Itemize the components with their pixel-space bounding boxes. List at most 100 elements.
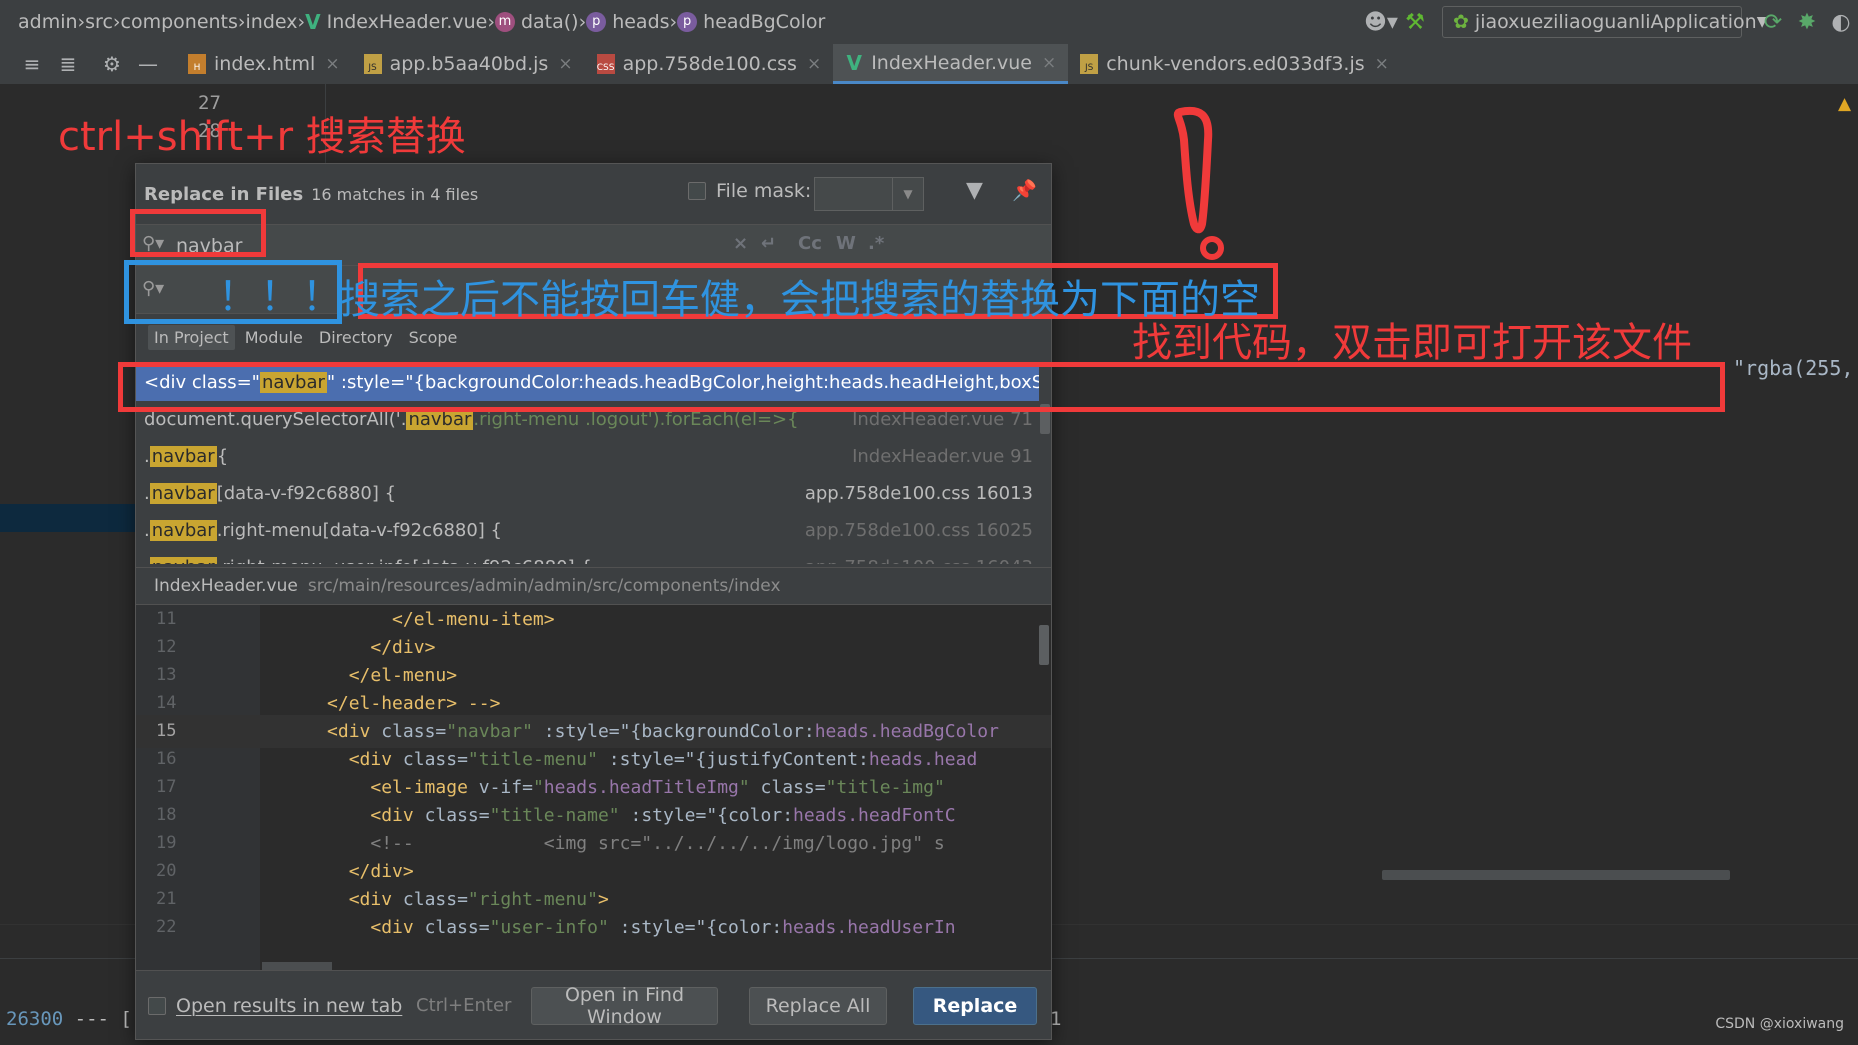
- replace-all-button[interactable]: Replace All: [749, 987, 887, 1025]
- navigation-bar: admin › src › components › index › V IndexHeader.…: [0, 0, 1858, 45]
- tab-label: app.b5aa40bd.js: [389, 53, 549, 75]
- code-preview[interactable]: 11 </el-menu-item> 12 </div> 13 </el-menu>…: [136, 605, 1051, 970]
- annotation-search-box: [130, 209, 266, 257]
- console-output: 26300 --- [: [6, 1008, 132, 1030]
- result-suffix: {: [216, 446, 229, 467]
- open-in-find-window-button[interactable]: Open in Find Window: [531, 984, 718, 1028]
- breadcrumb-item[interactable]: index: [246, 11, 298, 33]
- breadcrumb-label: heads: [612, 11, 670, 33]
- close-icon[interactable]: ×: [558, 54, 572, 74]
- run-configuration-select[interactable]: ✿ jiaoxueziliaoguanliApplication ▼: [1442, 6, 1768, 38]
- result-location: IndexHeader.vue 91: [852, 446, 1033, 467]
- scope-selector: In Project Module Directory Scope: [148, 325, 467, 350]
- breadcrumb-item[interactable]: p headBgColor: [677, 11, 825, 33]
- tabs: Hindex.html × JS app.b5aa40bd.js × CSS app.758…: [176, 44, 1401, 84]
- tab-index-html[interactable]: Hindex.html ×: [176, 44, 352, 84]
- filter-icon[interactable]: ▼: [966, 178, 983, 203]
- debug-bug-icon[interactable]: ✸: [1790, 5, 1824, 39]
- tab-app-758de100-css[interactable]: CSS app.758de100.css ×: [585, 44, 834, 84]
- breadcrumb-label: headBgColor: [703, 11, 826, 33]
- scope-directory[interactable]: Directory: [313, 325, 399, 350]
- result-suffix: .right-menu[data-v-f92c6880] {: [216, 520, 503, 541]
- gear-icon[interactable]: ⚙: [94, 44, 130, 84]
- breadcrumb-item[interactable]: V IndexHeader.vue: [305, 10, 487, 34]
- preview-file-path: src/main/resources/admin/admin/src/compo…: [307, 576, 781, 596]
- scope-scope[interactable]: Scope: [403, 325, 464, 350]
- preview-scroll-thumb[interactable]: [1039, 625, 1049, 665]
- result-match: navbar: [149, 557, 217, 564]
- rerun-icon[interactable]: ⟳: [1756, 5, 1790, 39]
- breadcrumb-item[interactable]: components: [121, 11, 238, 33]
- minimize-icon[interactable]: —: [130, 44, 166, 84]
- clear-icon[interactable]: ×: [733, 233, 748, 254]
- close-icon[interactable]: ×: [807, 54, 821, 74]
- result-suffix: [data-v-f92c6880] {: [216, 483, 397, 504]
- file-mask-toggle[interactable]: File mask:: [688, 180, 811, 202]
- breadcrumb-label: index: [245, 11, 298, 33]
- regex-toggle[interactable]: .*: [868, 233, 884, 254]
- breadcrumb-item[interactable]: src: [85, 11, 113, 33]
- breadcrumb-item[interactable]: p heads: [586, 11, 670, 33]
- annotation-hint-text: 找到代码，双击即可打开该文件: [1132, 320, 1692, 366]
- result-location: app.758de100.css 16013: [804, 483, 1033, 504]
- shortcut-hint: Ctrl+Enter: [416, 995, 512, 1016]
- result-row[interactable]: . navbar [data-v-f92c6880] {app.758de100.c…: [136, 475, 1051, 512]
- close-icon[interactable]: ×: [1042, 53, 1056, 73]
- js-file-icon: JS: [363, 54, 382, 74]
- dialog-footer: Open results in new tab Ctrl+Enter Open …: [136, 970, 1051, 1039]
- file-mask-checkbox[interactable]: [688, 182, 706, 200]
- open-new-tab-option[interactable]: Open results in new tab: [148, 995, 402, 1017]
- expand-all-icon[interactable]: ≣: [50, 44, 86, 84]
- result-location: app.758de100.css 16025: [804, 520, 1033, 541]
- newline-icon[interactable]: ↵: [761, 233, 776, 254]
- editor-selection-strip: [0, 504, 135, 532]
- user-icon[interactable]: ☻▾: [1364, 5, 1398, 39]
- whole-words-toggle[interactable]: W: [836, 233, 856, 254]
- close-icon[interactable]: ×: [325, 54, 339, 74]
- replace-button[interactable]: Replace: [913, 987, 1037, 1025]
- chevron-right-icon: ›: [112, 11, 121, 33]
- vue-icon: V: [305, 10, 321, 34]
- coverage-icon[interactable]: ◐: [1824, 5, 1858, 39]
- result-match: navbar: [149, 446, 217, 467]
- annotation-shortcut-title: ctrl+shift+r 搜索替换: [58, 114, 466, 160]
- chevron-right-icon: ›: [669, 11, 678, 33]
- vue-file-icon: V: [846, 50, 862, 75]
- html-file-icon: H: [188, 54, 206, 74]
- breadcrumb-item[interactable]: m data(): [494, 11, 579, 33]
- close-icon[interactable]: ×: [1375, 54, 1389, 74]
- breadcrumb-label: data(): [520, 11, 579, 33]
- toolbar-right: ☻▾ ⚒ ✿ jiaoxueziliaoguanliApplication ▼ …: [1364, 0, 1858, 44]
- preview-hscroll-thumb[interactable]: [262, 962, 332, 970]
- horizontal-scrollbar[interactable]: [1382, 870, 1730, 880]
- css-file-icon: CSS: [596, 54, 615, 74]
- chevron-right-icon: ›: [487, 11, 495, 33]
- build-hammer-icon[interactable]: ⚒: [1398, 5, 1432, 39]
- tab-chunk-vendors-ed033df3-js[interactable]: JS chunk-vendors.ed033df3.js ×: [1068, 44, 1401, 84]
- breadcrumb: admin › src › components › index › V IndexHeader.…: [18, 10, 825, 34]
- run-configuration-label: jiaoxueziliaoguanliApplication: [1474, 11, 1757, 33]
- warning-icon[interactable]: ▲: [1838, 94, 1851, 114]
- collapse-all-icon[interactable]: ≡: [14, 44, 50, 84]
- file-mask-label: File mask:: [716, 180, 812, 202]
- result-row[interactable]: . navbar .right-menu[data-v-f92c6880] {ap…: [136, 512, 1051, 549]
- file-mask-combobox[interactable]: ▼: [814, 177, 924, 211]
- breadcrumb-label: IndexHeader.vue: [326, 11, 488, 33]
- result-match: navbar: [149, 483, 217, 504]
- chevron-down-icon[interactable]: ▼: [892, 178, 923, 210]
- console-number: 26300: [6, 1008, 64, 1030]
- match-case-toggle[interactable]: Cc: [798, 233, 822, 254]
- scope-module[interactable]: Module: [239, 325, 309, 350]
- scope-in-project[interactable]: In Project: [148, 325, 235, 350]
- tab-app-b5aa40bd-js[interactable]: JS app.b5aa40bd.js ×: [352, 44, 585, 84]
- breadcrumb-item[interactable]: admin: [18, 11, 78, 33]
- tab-indexheader-vue[interactable]: V IndexHeader.vue ×: [833, 44, 1069, 84]
- pin-icon[interactable]: 📌: [1012, 178, 1037, 202]
- method-icon: m: [494, 12, 515, 32]
- result-location: app.758de100.css 16043: [805, 557, 1033, 564]
- result-prefix: document.querySelectorAll('.: [144, 409, 407, 430]
- annotation-exclamation-mark: [1173, 106, 1224, 260]
- result-row[interactable]: .navbar .right-menu .user-info[data-v-f9…: [136, 549, 1051, 564]
- open-new-tab-checkbox[interactable]: [148, 997, 166, 1015]
- result-row[interactable]: . navbar {IndexHeader.vue 91: [136, 438, 1051, 475]
